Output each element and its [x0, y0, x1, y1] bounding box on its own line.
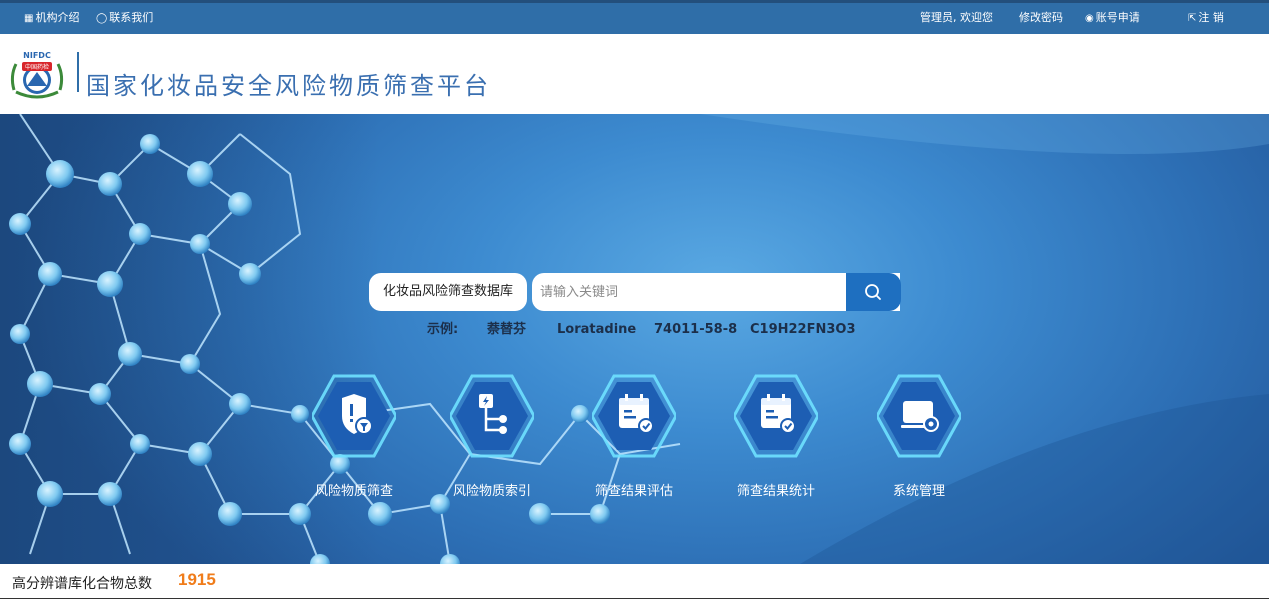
contact-label: 联系我们: [109, 11, 154, 24]
module-system-management[interactable]: 系统管理: [854, 372, 984, 502]
module-label: 风险物质筛查: [314, 484, 393, 499]
org-intro-label: 机构介绍: [35, 11, 80, 24]
module-label: 系统管理: [892, 484, 945, 499]
org-icon: ▦: [24, 13, 34, 24]
site-header: 中国药检 NIFDC 国家化妆品安全风险物质筛查平台: [0, 34, 1269, 114]
svg-text:NIFDC: NIFDC: [23, 51, 51, 60]
site-title: 国家化妆品安全风险物质筛查平台: [86, 72, 491, 100]
welcome-text: 管理员, 欢迎您: [920, 11, 993, 24]
org-intro-link[interactable]: ▦ 机构介绍: [24, 11, 79, 26]
module-label: 风险物质索引: [452, 484, 531, 499]
module-result-evaluation[interactable]: 筛查结果评估: [569, 372, 699, 502]
module-result-statistics[interactable]: 筛查结果统计: [711, 372, 841, 502]
logout-link[interactable]: ⇱ 注 销: [1188, 11, 1224, 26]
nifdc-logo: 中国药检 NIFDC: [10, 51, 64, 99]
shield-filter-icon: [312, 374, 396, 458]
module-risk-screening[interactable]: 风险物质筛查: [289, 372, 419, 502]
hero-banner: 化妆品风险筛查数据库 示例: 萘替芬 Loratadine 74011-58-8…: [0, 114, 1269, 564]
change-password-link[interactable]: 修改密码: [1019, 11, 1063, 25]
compound-count-label: 高分辨谱库化合物总数: [12, 576, 152, 592]
module-risk-index[interactable]: 风险物质索引: [427, 372, 557, 502]
logo-divider: [77, 52, 79, 92]
calendar-check-icon: [592, 374, 676, 458]
example-item[interactable]: 萘替芬: [487, 321, 526, 339]
contact-link[interactable]: ◯ 联系我们: [96, 11, 153, 26]
compound-count-value: 1915: [178, 570, 216, 589]
monitor-settings-icon: [877, 374, 961, 458]
svg-text:中国药检: 中国药检: [25, 63, 49, 71]
search-button[interactable]: [846, 273, 901, 311]
logout-label: 注 销: [1198, 11, 1224, 24]
hierarchy-index-icon: [450, 374, 534, 458]
top-nav-bar: ▦ 机构介绍 ◯ 联系我们 管理员, 欢迎您 修改密码 ◉ 账号申请 ⇱ 注 销: [0, 0, 1269, 34]
calendar-check-icon: [734, 374, 818, 458]
compound-stats-bar: 高分辨谱库化合物总数 1915: [0, 564, 1269, 599]
search-box: [532, 273, 900, 311]
search-input[interactable]: [532, 273, 846, 311]
database-selector[interactable]: 化妆品风险筛查数据库: [369, 273, 527, 311]
example-item[interactable]: C19H22FN3O3: [750, 321, 856, 339]
example-item[interactable]: 74011-58-8: [654, 321, 737, 339]
module-label: 筛查结果评估: [594, 484, 673, 499]
account-apply-link[interactable]: ◉ 账号申请: [1085, 11, 1140, 26]
module-label: 筛查结果统计: [736, 484, 815, 499]
chat-icon: ◯: [96, 13, 108, 24]
examples-label: 示例:: [427, 322, 459, 337]
search-icon: [865, 284, 881, 300]
example-item[interactable]: Loratadine: [557, 321, 636, 339]
logout-icon: ⇱: [1188, 13, 1197, 24]
account-icon: ◉: [1085, 13, 1094, 24]
account-apply-label: 账号申请: [1095, 11, 1140, 24]
